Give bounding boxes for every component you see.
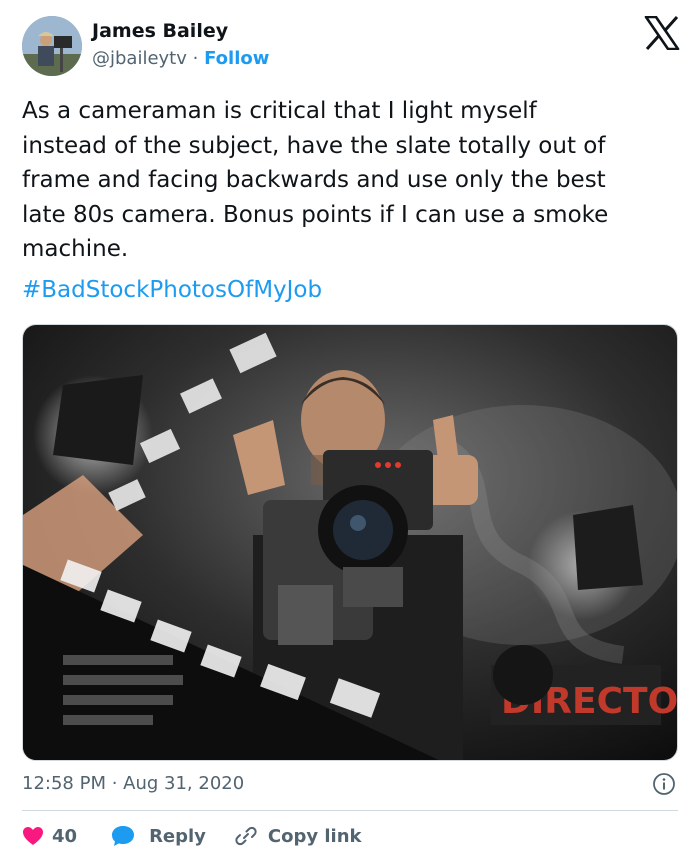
link-icon bbox=[235, 826, 257, 846]
author-meta: @jbaileytv · Follow bbox=[92, 48, 269, 69]
divider bbox=[22, 810, 678, 811]
avatar-photo bbox=[22, 16, 82, 76]
reply-label: Reply bbox=[149, 825, 206, 847]
meta-separator: · bbox=[192, 48, 199, 69]
hashtag-link[interactable]: #BadStockPhotosOfMyJob bbox=[22, 277, 322, 303]
x-logo-icon[interactable] bbox=[644, 16, 680, 50]
like-count: 40 bbox=[52, 825, 78, 847]
tweet-actions: 40 Reply Copy link bbox=[22, 822, 362, 850]
copy-link-button[interactable]: Copy link bbox=[234, 824, 362, 848]
author-handle[interactable]: @jbaileytv bbox=[92, 48, 187, 69]
reply-button[interactable]: Reply bbox=[111, 825, 234, 847]
reply-bubble-icon bbox=[112, 826, 135, 846]
cameraman-photo: DIRECTOR bbox=[23, 325, 677, 760]
author-name[interactable]: James Bailey bbox=[92, 20, 228, 42]
tweet-card: James Bailey @jbaileytv · Follow As a ca… bbox=[0, 0, 700, 863]
avatar[interactable] bbox=[22, 16, 82, 76]
copy-link-label: Copy link bbox=[267, 825, 362, 847]
follow-button[interactable]: Follow bbox=[204, 48, 269, 69]
heart-icon bbox=[23, 827, 43, 845]
like-button[interactable]: 40 bbox=[22, 826, 111, 847]
tweet-text: As a cameraman is critical that I light … bbox=[22, 98, 609, 262]
tweet-timestamp[interactable]: 12:58 PM · Aug 31, 2020 bbox=[22, 773, 244, 794]
info-icon[interactable] bbox=[652, 772, 676, 796]
tweet-photo[interactable]: DIRECTOR bbox=[22, 324, 678, 761]
